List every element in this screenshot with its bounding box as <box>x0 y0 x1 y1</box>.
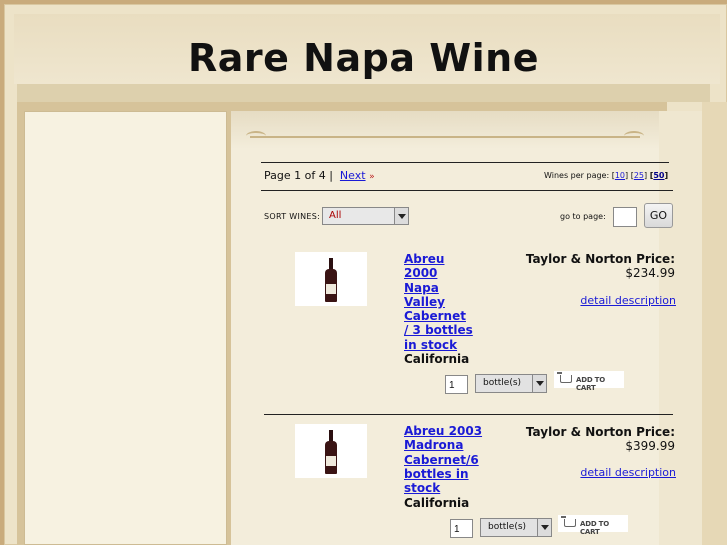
per-page-option-50[interactable]: 50 <box>653 171 664 180</box>
per-page-option-10[interactable]: 10 <box>615 171 625 180</box>
page-indicator: Page 1 of 4 | <box>264 169 333 182</box>
price-label: Taylor & Norton Price: <box>525 252 675 266</box>
detail-description-link[interactable]: detail description <box>580 294 676 307</box>
add-to-cart-label: ADD TO CART <box>576 376 606 392</box>
ornament-divider <box>250 136 640 138</box>
sort-label: SORT WINES: <box>264 212 321 221</box>
add-to-cart-label: ADD TO CART <box>580 520 610 536</box>
site-title: Rare Napa Wine <box>188 36 539 80</box>
sort-select[interactable]: All <box>322 207 409 225</box>
pager-top-rule <box>261 162 669 163</box>
ornament-curl-left <box>246 131 266 141</box>
bottle-shape <box>325 258 337 302</box>
goto-page-input[interactable] <box>613 207 637 227</box>
price-value: $234.99 <box>625 266 675 280</box>
unit-select[interactable]: bottle(s) <box>480 518 552 537</box>
go-button[interactable]: GO <box>644 203 673 228</box>
unit-selected-value: bottle(s) <box>488 522 527 532</box>
add-to-cart-button[interactable]: ADD TO CART <box>554 371 624 392</box>
quantity-input[interactable] <box>450 519 473 538</box>
unit-selected-value: bottle(s) <box>483 378 522 388</box>
pager-bottom-rule <box>261 190 673 191</box>
header-divider <box>17 84 710 102</box>
per-page-option-25[interactable]: 25 <box>634 171 644 180</box>
wines-per-page: Wines per page: [10] [25] [50] <box>544 171 669 180</box>
add-to-cart-button[interactable]: ADD TO CART <box>558 515 628 536</box>
detail-description-link[interactable]: detail description <box>580 466 676 479</box>
goto-page-label: go to page: <box>560 212 606 221</box>
bottle-shape <box>325 430 337 474</box>
sidebar <box>24 111 227 545</box>
cart-icon <box>557 372 572 383</box>
price-label: Taylor & Norton Price: <box>525 425 675 439</box>
pager: Page 1 of 4 | Next » <box>264 169 375 182</box>
price-value: $399.99 <box>625 439 675 453</box>
quantity-input[interactable] <box>445 375 468 394</box>
right-edge <box>702 102 727 545</box>
product-region: California <box>404 496 470 510</box>
next-arrow-icon[interactable]: » <box>369 172 375 182</box>
product-name-link[interactable]: Abreu 2000 Napa Valley Cabernet / 3 bott… <box>404 252 473 352</box>
chevron-down-icon[interactable] <box>532 375 546 392</box>
cart-icon <box>561 516 576 527</box>
product-region: California <box>404 352 470 366</box>
chevron-down-icon[interactable] <box>394 208 408 224</box>
per-page-label: Wines per page: <box>544 171 610 180</box>
sort-selected-value: All <box>329 210 342 221</box>
wine-bottle-icon[interactable] <box>295 252 367 306</box>
wine-bottle-icon[interactable] <box>295 424 367 478</box>
chevron-down-icon[interactable] <box>537 519 551 536</box>
ornament-band <box>231 111 659 149</box>
product-name-link[interactable]: Abreu 2003 Madrona Cabernet/6 bottles in… <box>404 424 482 495</box>
unit-select[interactable]: bottle(s) <box>475 374 547 393</box>
ornament-curl-right <box>624 131 644 141</box>
product-divider <box>264 414 673 415</box>
next-page-link[interactable]: Next <box>340 169 366 182</box>
